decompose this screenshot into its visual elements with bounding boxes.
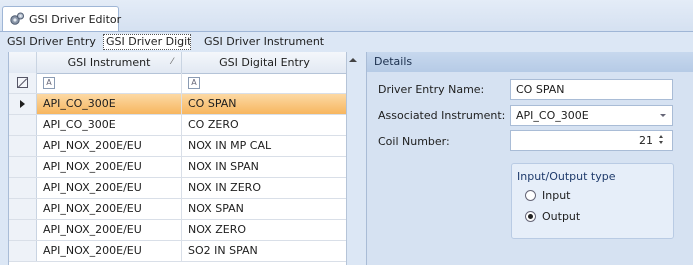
radio-input-button[interactable] <box>525 189 536 201</box>
filter-text-icon: A <box>188 77 200 89</box>
cell-digital-entry[interactable]: NOX IN SPAN <box>182 157 347 177</box>
radio-input-label: Input <box>542 188 571 202</box>
tab-gsi-driver-instrument[interactable]: GSI Driver Instrument <box>204 34 324 50</box>
subtab-strip: GSI Driver Entry GSI Driver Digital GSI … <box>0 32 693 51</box>
doc-tab-label: GSI Driver Editor <box>29 12 122 26</box>
coil-number-value: 21 <box>639 134 653 147</box>
sort-indicator-icon: ⁄ <box>171 57 173 67</box>
table-row[interactable]: API_NOX_200E/EU NOX ZERO <box>9 220 347 241</box>
table-row[interactable]: API_NOX_200E/EU SO2 IN SPAN <box>9 241 347 262</box>
doc-tab-gsi-driver-editor[interactable]: GSI Driver Editor <box>2 6 122 31</box>
table-row[interactable]: API_NOX_200E/EU NOX SPAN <box>9 199 347 220</box>
current-row-arrow-icon <box>20 100 25 108</box>
table-row[interactable]: API_NOX_200E/EU NOX IN MP CAL <box>9 136 347 157</box>
radio-output-button[interactable] <box>525 210 536 222</box>
filter-cell-digital-entry[interactable]: A <box>182 73 347 93</box>
associated-instrument-label: Associated Instrument: <box>378 109 506 122</box>
table-row[interactable]: API_NOX_200E/EU NOX IN ZERO <box>9 178 347 199</box>
table-row[interactable]: API_NOX_200E/EU NOX IN SPAN <box>9 157 347 178</box>
spin-buttons-icon[interactable] <box>658 135 665 146</box>
cell-digital-entry[interactable]: CO SPAN <box>182 94 347 114</box>
cell-instrument[interactable]: API_NOX_200E/EU <box>37 220 182 240</box>
chevron-down-icon[interactable] <box>660 114 666 117</box>
radio-output-label: Output <box>542 209 581 223</box>
cell-instrument[interactable]: API_CO_300E <box>37 94 182 114</box>
column-header-gsi-instrument[interactable]: GSI Instrument ⁄ <box>37 52 182 73</box>
associated-instrument-value: API_CO_300E <box>516 109 589 122</box>
cell-instrument[interactable]: API_CO_300E <box>37 115 182 135</box>
grid-header: GSI Instrument ⁄ GSI Digital Entry <box>9 52 347 74</box>
header-indicator-cell <box>9 52 37 73</box>
row-indicator <box>9 94 37 114</box>
tab-gsi-driver-digital[interactable]: GSI Driver Digital <box>103 34 191 50</box>
column-header-gsi-digital-entry[interactable]: GSI Digital Entry <box>182 52 347 73</box>
row-indicator <box>9 115 37 135</box>
row-indicator <box>9 199 37 219</box>
collapse-arrow-icon[interactable] <box>349 58 357 62</box>
cell-digital-entry[interactable]: NOX IN MP CAL <box>182 136 347 156</box>
radio-output[interactable]: Output <box>525 209 580 223</box>
details-panel: Details Driver Entry Name: CO SPAN Assoc… <box>366 52 693 265</box>
coil-number-stepper[interactable]: 21 <box>510 130 673 151</box>
radio-input[interactable]: Input <box>525 188 570 202</box>
cell-instrument[interactable]: API_NOX_200E/EU <box>37 136 182 156</box>
driver-entry-name-label: Driver Entry Name: <box>378 83 485 96</box>
cell-digital-entry[interactable]: CO ZERO <box>182 115 347 135</box>
column-header-label: GSI Digital Entry <box>219 56 310 69</box>
cell-instrument[interactable]: API_NOX_200E/EU <box>37 178 182 198</box>
cell-instrument[interactable]: API_NOX_200E/EU <box>37 241 182 261</box>
driver-entry-name-field[interactable]: CO SPAN <box>510 79 673 100</box>
table-row[interactable]: API_CO_300E CO SPAN <box>9 94 347 115</box>
cell-digital-entry[interactable]: NOX SPAN <box>182 199 347 219</box>
row-indicator <box>9 241 37 261</box>
row-indicator <box>9 220 37 240</box>
document-tabstrip: GSI Driver Editor <box>0 0 693 32</box>
io-type-group: Input/Output type Input Output <box>511 163 674 239</box>
table-row[interactable]: API_CO_300E CO ZERO <box>9 115 347 136</box>
filter-cell-instrument[interactable]: A <box>37 73 182 93</box>
panel-splitter[interactable] <box>346 52 365 265</box>
cell-digital-entry[interactable]: NOX ZERO <box>182 220 347 240</box>
row-indicator <box>9 136 37 156</box>
tab-gsi-driver-entry[interactable]: GSI Driver Entry <box>7 34 96 50</box>
row-indicator <box>9 178 37 198</box>
associated-instrument-combo[interactable]: API_CO_300E <box>510 105 673 126</box>
cell-digital-entry[interactable]: SO2 IN SPAN <box>182 241 347 261</box>
digital-entries-grid: GSI Instrument ⁄ GSI Digital Entry A A A… <box>8 52 347 265</box>
cell-instrument[interactable]: API_NOX_200E/EU <box>37 157 182 177</box>
cell-instrument[interactable]: API_NOX_200E/EU <box>37 199 182 219</box>
details-header: Details <box>367 52 693 72</box>
gears-icon <box>9 11 25 27</box>
filter-text-icon: A <box>43 77 55 89</box>
filter-row-indicator <box>9 73 37 93</box>
coil-number-label: Coil Number: <box>378 135 450 148</box>
io-type-title: Input/Output type <box>517 170 616 183</box>
clear-filter-icon[interactable] <box>17 77 28 88</box>
column-header-label: GSI Instrument <box>67 56 151 69</box>
cell-digital-entry[interactable]: NOX IN ZERO <box>182 178 347 198</box>
row-indicator <box>9 157 37 177</box>
filter-row: A A <box>9 73 347 94</box>
